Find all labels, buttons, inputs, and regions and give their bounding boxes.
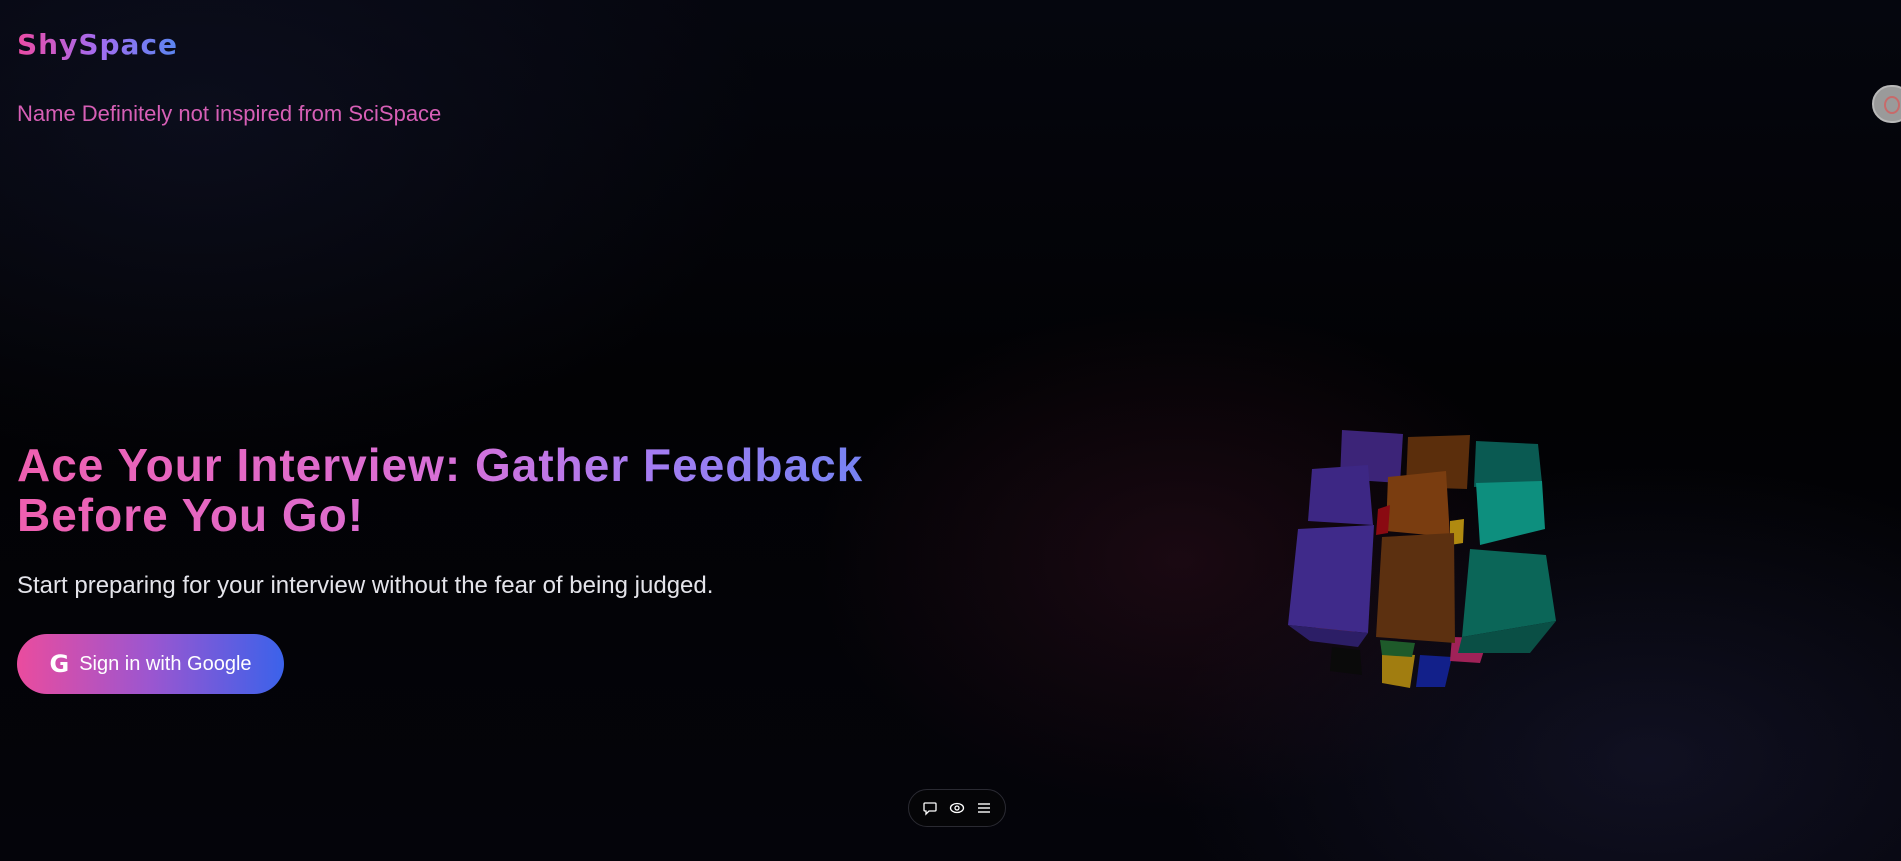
cube-piece bbox=[1380, 640, 1415, 657]
brand-tagline: Name Definitely not inspired from SciSpa… bbox=[17, 101, 442, 126]
brand-logo[interactable]: ShySpace bbox=[17, 28, 178, 61]
cube-piece bbox=[1330, 647, 1362, 675]
cube-piece bbox=[1382, 653, 1415, 688]
cube-piece bbox=[1474, 441, 1542, 487]
cube-piece bbox=[1386, 471, 1450, 537]
cube-piece bbox=[1476, 481, 1545, 545]
chat-bubble-icon[interactable] bbox=[920, 798, 940, 818]
eye-icon[interactable] bbox=[947, 798, 967, 818]
hero-subtitle: Start preparing for your interview witho… bbox=[17, 572, 714, 599]
cube-piece bbox=[1376, 533, 1455, 643]
rubiks-cube-illustration bbox=[1288, 430, 1556, 688]
cube-piece bbox=[1308, 465, 1373, 525]
page: ShySpace Name Definitely not inspired fr… bbox=[0, 0, 1901, 861]
cube-piece bbox=[1416, 655, 1452, 687]
avatar[interactable] bbox=[1872, 85, 1901, 123]
cube-piece bbox=[1376, 505, 1390, 535]
bottom-toolbar bbox=[908, 789, 1006, 827]
cube-piece bbox=[1288, 525, 1374, 633]
hero-headline: Ace Your Interview: Gather Feedback Befo… bbox=[17, 440, 977, 540]
menu-icon[interactable] bbox=[974, 798, 994, 818]
google-sign-in-label: Sign in with Google bbox=[79, 652, 252, 675]
google-sign-in-button[interactable]: G Sign in with Google bbox=[17, 634, 284, 694]
google-g-icon: G bbox=[49, 650, 70, 678]
